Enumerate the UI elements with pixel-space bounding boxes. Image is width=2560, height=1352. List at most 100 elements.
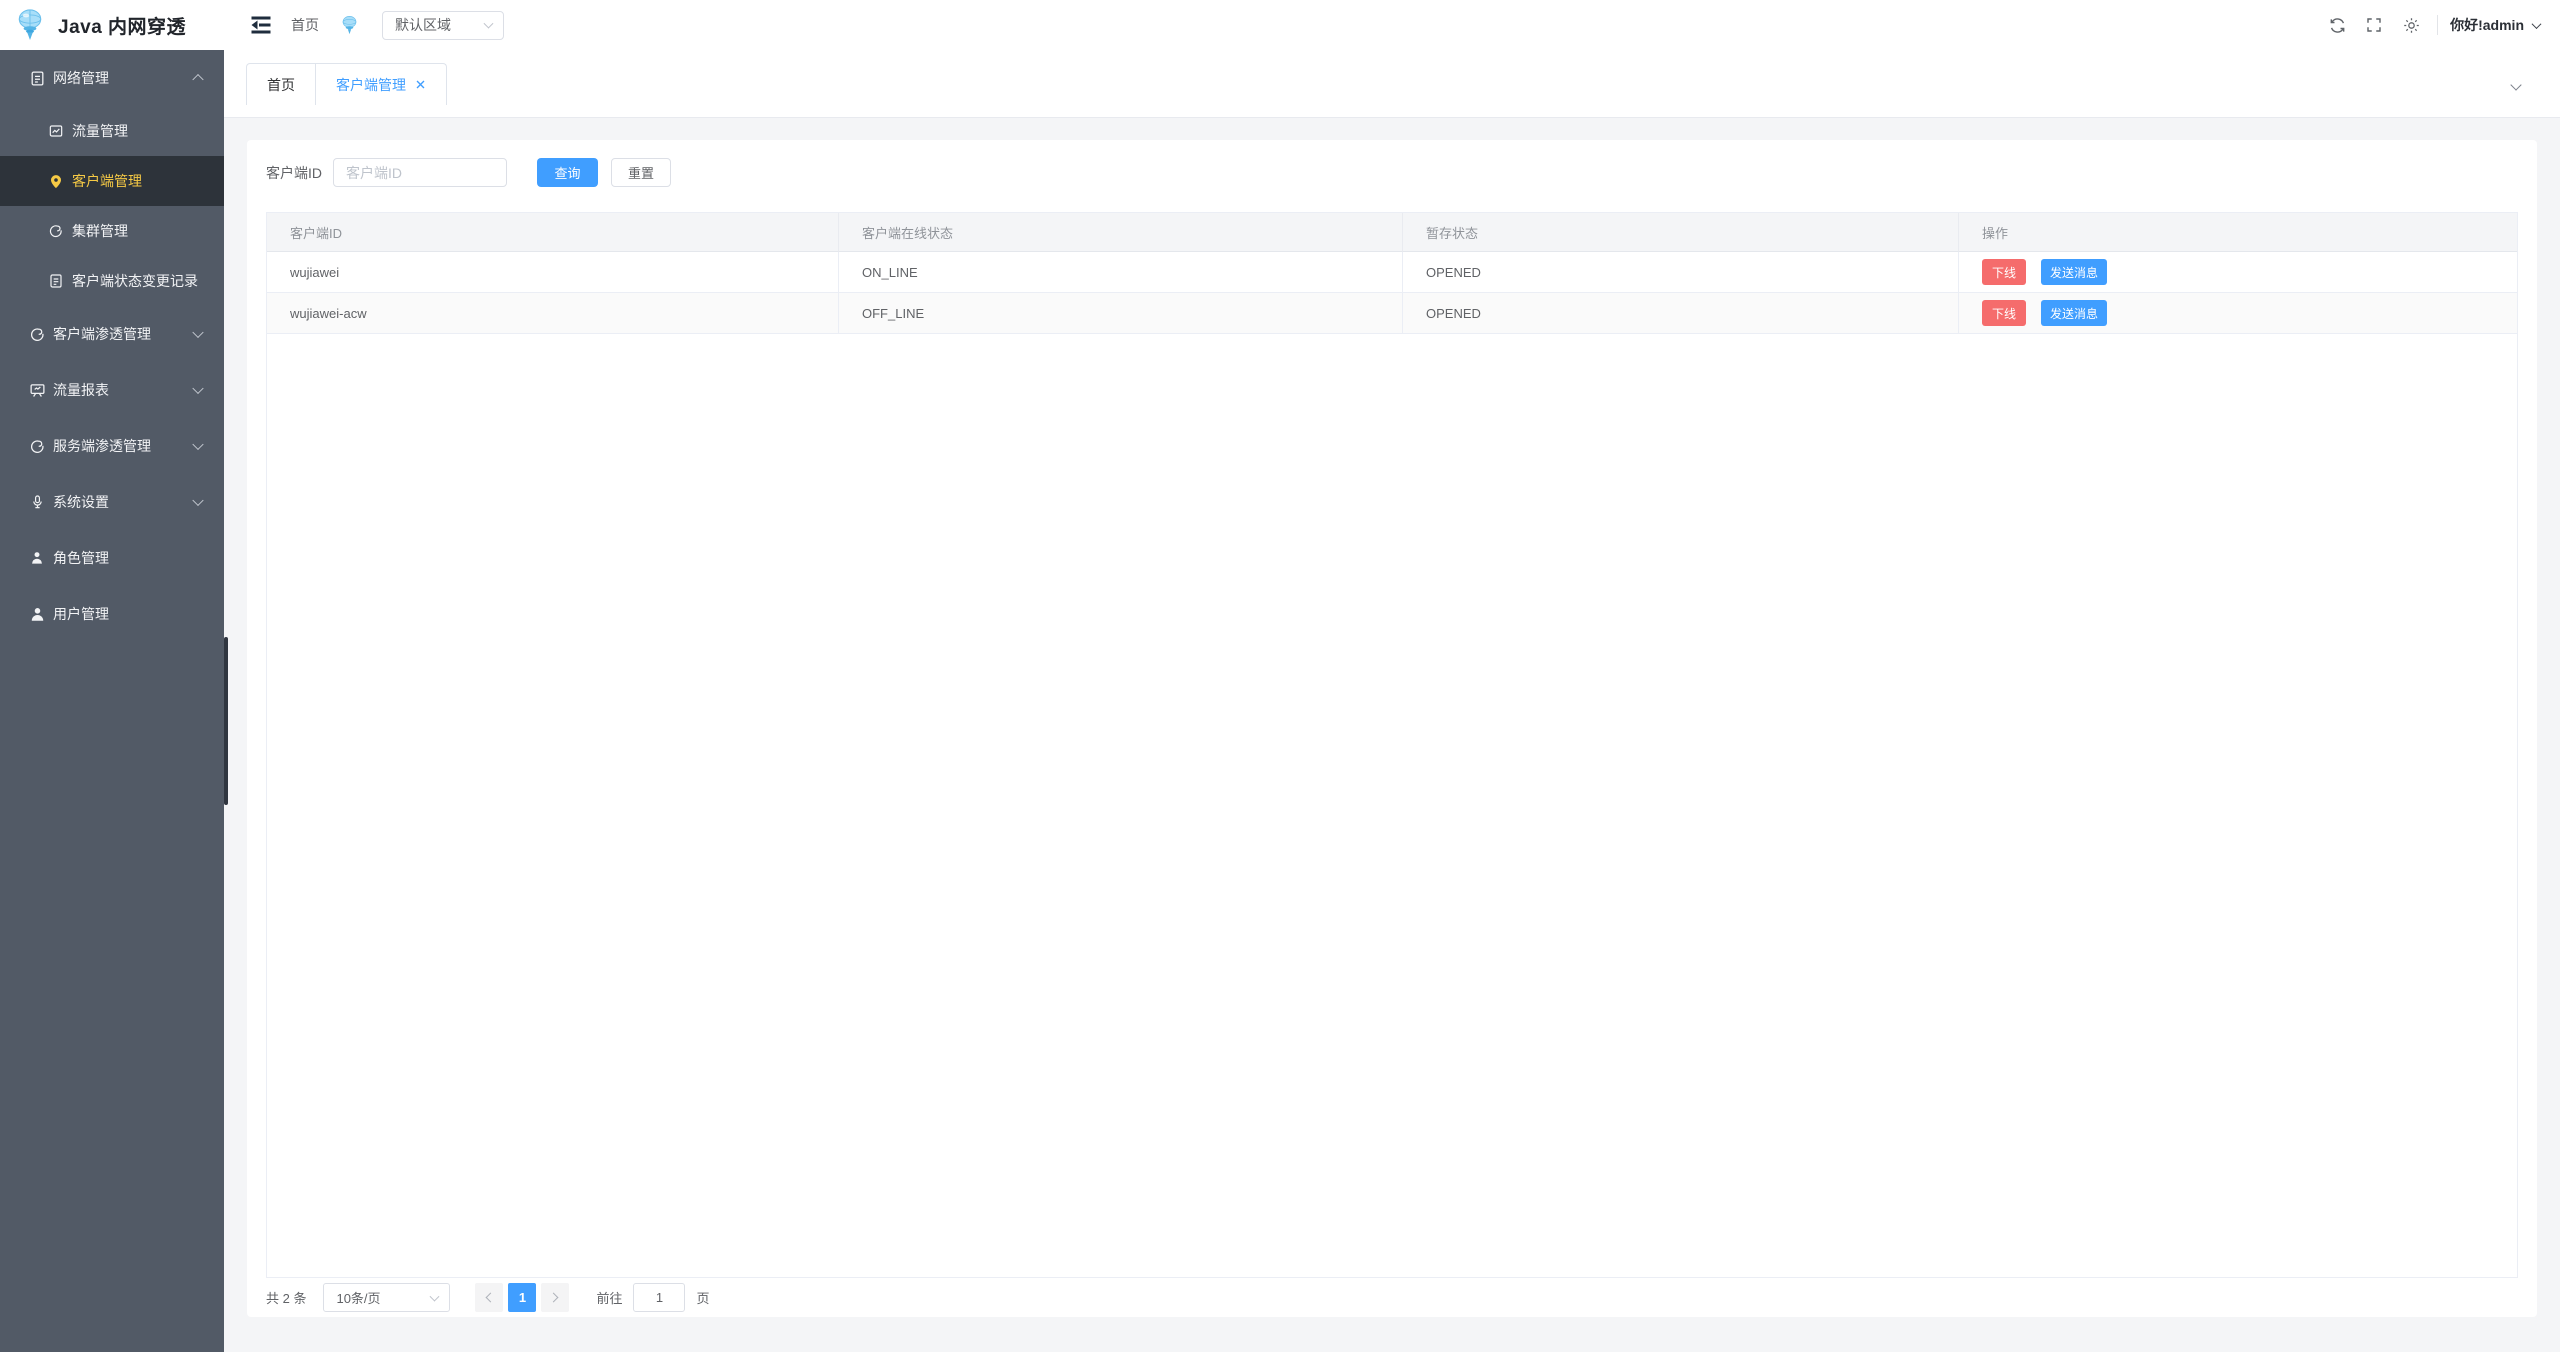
client-id-input[interactable] (333, 158, 507, 187)
sidebar-item-label: 客户端状态变更记录 (72, 271, 198, 291)
send-message-button[interactable]: 发送消息 (2041, 259, 2107, 285)
goto-label: 前往 (596, 1288, 622, 1307)
refresh-icon[interactable] (2327, 15, 2347, 35)
cell-actions: 下线 发送消息 (1959, 252, 2517, 293)
document-icon (47, 272, 65, 290)
sidebar-item-label: 系统设置 (53, 492, 109, 512)
chevron-down-icon (484, 19, 494, 29)
app-window: Java 内网穿透 网络管理 流量管理 客户端管理 (0, 0, 2560, 1352)
breadcrumb[interactable]: 首页 (291, 15, 319, 35)
user-menu[interactable]: 你好!admin (2450, 15, 2540, 35)
app-mini-logo-icon (338, 14, 361, 37)
topbar: 首页 默认区域 (224, 0, 2560, 50)
sidebar-item-label: 流量报表 (53, 380, 109, 400)
chevron-down-icon (2532, 19, 2542, 29)
sidebar-item-label: 服务端渗透管理 (53, 436, 151, 456)
sidebar-item-client-management[interactable]: 客户端管理 (0, 156, 224, 206)
fullscreen-icon[interactable] (2364, 15, 2384, 35)
sidebar-item-label: 用户管理 (53, 604, 109, 624)
clients-table: 客户端ID 客户端在线状态 暂存状态 操作 wujiawei ON_LINE O… (266, 212, 2518, 1278)
tab-group: 首页 客户端管理 (246, 63, 447, 105)
sidebar: Java 内网穿透 网络管理 流量管理 客户端管理 (0, 0, 224, 1352)
cell-stash-status: OPENED (1403, 293, 1959, 334)
tab-label: 首页 (267, 75, 295, 95)
cell-online-status: OFF_LINE (839, 293, 1403, 334)
cluster-icon (47, 222, 65, 240)
sidebar-item-label: 客户端渗透管理 (53, 324, 151, 344)
column-header-actions: 操作 (1959, 213, 2517, 252)
tab-close-icon[interactable] (415, 79, 426, 90)
cell-stash-status: OPENED (1403, 252, 1959, 293)
chart-icon (47, 122, 65, 140)
sidebar-item-role-management[interactable]: 角色管理 (0, 530, 224, 586)
search-button[interactable]: 查询 (537, 158, 598, 187)
offline-button[interactable]: 下线 (1982, 259, 2026, 285)
chevron-right-icon (549, 1293, 559, 1303)
app-logo-icon (11, 6, 49, 44)
penetration-icon (28, 325, 46, 343)
sidebar-item-client-penetration-management[interactable]: 客户端渗透管理 (0, 306, 224, 362)
topbar-actions: 你好!admin (2310, 15, 2540, 35)
page-unit-label: 页 (696, 1288, 709, 1307)
reset-button[interactable]: 重置 (611, 158, 671, 187)
send-message-button[interactable]: 发送消息 (2041, 300, 2107, 326)
sidebar-item-system-settings[interactable]: 系统设置 (0, 474, 224, 530)
chevron-left-icon (486, 1293, 496, 1303)
chevron-up-icon (192, 74, 203, 85)
filter-row: 客户端ID 查询 重置 (266, 158, 2518, 187)
column-header-client-id: 客户端ID (267, 213, 839, 252)
pagination: 共 2 条 10条/页 1 前往 页 (266, 1283, 2518, 1312)
next-page-button[interactable] (541, 1283, 569, 1312)
client-management-panel: 客户端ID 查询 重置 客户端ID 客户端在线状态 暂存状态 操作 wujiaw… (247, 140, 2537, 1317)
cell-online-status: ON_LINE (839, 252, 1403, 293)
chevron-down-icon (2510, 79, 2521, 90)
sidebar-item-label: 集群管理 (72, 221, 128, 241)
chevron-down-icon (192, 439, 203, 450)
role-user-icon (28, 549, 46, 567)
user-greeting: 你好!admin (2450, 15, 2524, 35)
sidebar-item-client-status-change-records[interactable]: 客户端状态变更记录 (0, 256, 224, 306)
page-size-select[interactable]: 10条/页 (323, 1283, 450, 1312)
sidebar-item-label: 客户端管理 (72, 171, 142, 191)
document-icon (28, 69, 46, 87)
cell-client-id: wujiawei (267, 252, 839, 293)
tab-home[interactable]: 首页 (247, 64, 315, 105)
settings-sun-icon[interactable] (2401, 15, 2421, 35)
page-number-button[interactable]: 1 (508, 1283, 536, 1312)
table-row: wujiawei ON_LINE OPENED 下线 发送消息 (267, 252, 2517, 293)
report-board-icon (28, 381, 46, 399)
microphone-icon (28, 493, 46, 511)
content-area: 客户端ID 查询 重置 客户端ID 客户端在线状态 暂存状态 操作 wujiaw… (224, 118, 2560, 1352)
chevron-down-icon (430, 1291, 440, 1301)
user-icon (28, 605, 46, 623)
sidebar-item-user-management[interactable]: 用户管理 (0, 586, 224, 642)
sidebar-item-network-management[interactable]: 网络管理 (0, 50, 224, 106)
divider (2437, 15, 2438, 35)
goto-page-input[interactable] (633, 1283, 685, 1312)
region-select[interactable]: 默认区域 (382, 11, 504, 40)
page-size-value: 10条/页 (336, 1288, 380, 1307)
tab-client-management[interactable]: 客户端管理 (315, 64, 446, 105)
penetration-icon (28, 437, 46, 455)
chevron-down-icon (192, 495, 203, 506)
sidebar-item-traffic-report[interactable]: 流量报表 (0, 362, 224, 418)
sidebar-item-traffic-management[interactable]: 流量管理 (0, 106, 224, 156)
tab-options-chevron-icon[interactable] (2512, 76, 2520, 94)
total-count-label: 共 2 条 (266, 1288, 306, 1307)
sidebar-scrollbar-thumb[interactable] (224, 637, 228, 805)
sidebar-collapse-button[interactable] (248, 12, 274, 38)
tab-label: 客户端管理 (336, 75, 406, 95)
column-header-online-status: 客户端在线状态 (839, 213, 1403, 252)
column-header-stash-status: 暂存状态 (1403, 213, 1959, 252)
sidebar-item-label: 角色管理 (53, 548, 109, 568)
location-pin-icon (47, 172, 65, 190)
offline-button[interactable]: 下线 (1982, 300, 2026, 326)
sidebar-item-label: 网络管理 (53, 68, 109, 88)
client-id-label: 客户端ID (266, 163, 322, 183)
chevron-down-icon (192, 327, 203, 338)
sidebar-item-label: 流量管理 (72, 121, 128, 141)
sidebar-item-server-penetration-management[interactable]: 服务端渗透管理 (0, 418, 224, 474)
prev-page-button[interactable] (475, 1283, 503, 1312)
tabbar: 首页 客户端管理 (224, 50, 2560, 118)
sidebar-item-cluster-management[interactable]: 集群管理 (0, 206, 224, 256)
